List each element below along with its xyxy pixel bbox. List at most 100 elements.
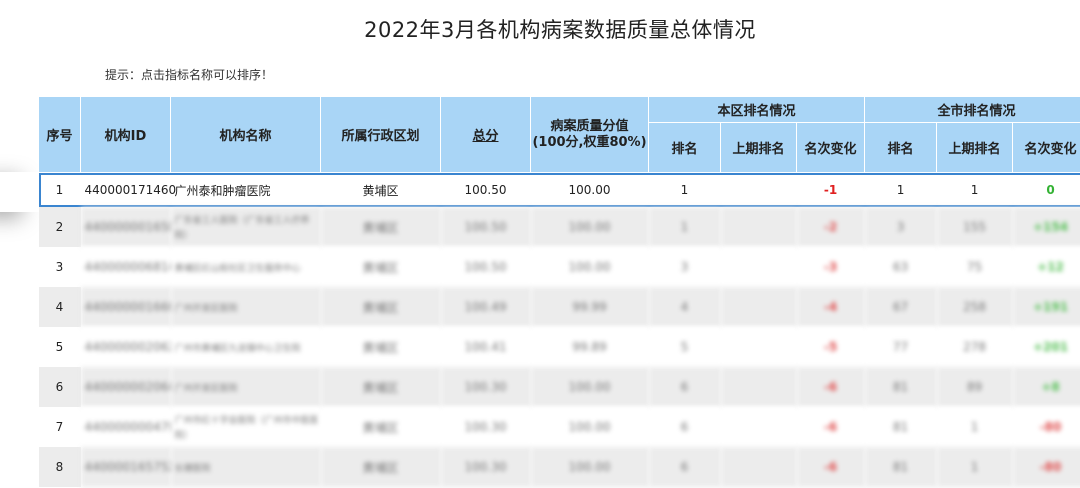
cell-city-prev-rank-text: 1 [970,420,979,434]
header-city-rank[interactable]: 排名 [864,122,938,173]
cell-city-prev-rank-text: 1 [970,460,979,474]
header-district[interactable]: 所属行政区划 [320,96,441,173]
table-row[interactable]: 5 440000002062 广州市黄埔区九龙镇中心卫生院 黄埔区 100.41 99.8… [38,327,1080,367]
cell-quality: 100.00 [530,172,649,207]
cell-district-text: 黄埔区 [362,380,399,395]
cell-city-prev-rank-text: 258 [963,300,986,314]
cell-total-text: 100.50 [464,260,507,274]
cell-index-text: 6 [55,380,64,394]
cell-org-name-text: 黄埔区红山街社区卫生服务中心 [174,263,301,274]
header-org-id[interactable]: 机构ID [80,96,171,173]
table-row-highlighted[interactable]: 1 440000171460 广州泰和肿瘤医院 黄埔区 100.50 100.00 1 -1 1… [38,172,1080,207]
cell-prev-rank [720,367,797,407]
header-district-prev-rank[interactable]: 上期排名 [720,122,797,173]
cell-total: 100.50 [440,247,531,287]
cell-city-change-text: +201 [1032,340,1069,354]
cell-prev-rank [720,247,797,287]
header-district-rank[interactable]: 排名 [648,122,721,173]
table-row[interactable]: 3 440000006814 黄埔区红山街社区卫生服务中心 黄埔区 100.50 100.… [38,247,1080,287]
cell-rank-text: 3 [680,260,689,274]
cell-quality: 100.00 [530,447,649,487]
cell-org-id-text: 440000000479 [84,420,177,434]
header-city-ranking-group: 全市排名情况 [864,95,1080,124]
cell-org-id: 440000002062 [80,327,176,367]
table-row[interactable]: 7 440000000479 广州市红十字会医院（广州市中医医院） 黄埔区 100.30… [38,407,1080,447]
cell-city-change: -80 [1012,447,1080,487]
cell-prev-rank [720,447,797,487]
cell-change-text: -3 [823,260,838,274]
cell-index-text: 3 [55,260,64,274]
cell-total: 100.49 [440,287,531,327]
cell-change: -5 [796,327,865,367]
cell-city-rank: 81 [864,407,937,447]
cell-org-id-text: 440000001650 [84,220,177,234]
cell-prev-rank [720,172,797,207]
cell-quality-text: 100.00 [568,460,611,474]
cell-district: 黄埔区 [320,207,441,247]
cell-prev-rank [720,327,797,367]
cell-change-text: -6 [823,420,838,434]
header-quality-score[interactable]: 病案质量分值 (100分,权重80%) [530,96,649,173]
cell-quality-text: 100.00 [568,420,611,434]
cell-district-text: 黄埔区 [362,420,399,435]
cell-city-prev-rank-text: 278 [963,340,986,354]
cell-rank-text: 6 [680,380,689,394]
cell-prev-rank [720,207,797,247]
cell-index: 2 [38,207,81,247]
cell-rank-text: 6 [680,460,689,474]
cell-org-name-text: 广州市红十字会医院（广州市中医医院） [174,416,319,441]
cell-change: -6 [796,407,865,447]
cell-index-text: 4 [55,300,64,314]
cell-index-text: 8 [55,460,64,474]
cell-city-rank-text: 67 [892,300,909,314]
cell-change: -6 [796,447,865,487]
cell-change: -4 [796,287,865,327]
header-city-prev-rank[interactable]: 上期排名 [936,122,1014,173]
cell-total-text: 100.30 [464,460,507,474]
cell-quality: 100.00 [530,367,649,407]
table-row[interactable]: 2 440000001650 广东省工人医院（广东省工人疗养院） 黄埔区 100.50 1… [38,207,1080,247]
cell-total: 100.50 [440,172,531,207]
cell-change-text: -4 [823,300,838,314]
cell-org-name-text: 广东省工人医院（广东省工人疗养院） [174,216,310,241]
cell-city-prev-rank: 1 [936,447,1013,487]
cell-city-rank: 1 [864,172,937,207]
cell-city-prev-rank: 1 [936,407,1013,447]
cell-district-text: 黄埔区 [362,183,399,198]
cell-index: 3 [38,247,81,287]
cell-total: 100.50 [440,207,531,247]
table-body: 1 440000171460 广州泰和肿瘤医院 黄埔区 100.50 100.00 1 -1 1… [38,172,1080,487]
table-row[interactable]: 4 440000001666 广州开发区医院 黄埔区 100.49 99.99 4 -4 67 2… [38,287,1080,327]
cell-city-change-text: +191 [1032,300,1069,314]
table-row[interactable]: 8 440000165752 长塘医院 黄埔区 100.30 100.00 6 -6 81 1 -8… [38,447,1080,487]
cell-total-text: 100.50 [464,183,507,197]
cell-index: 4 [38,287,81,327]
cell-org-name: 广州开发区医院 [170,287,321,327]
cell-org-name: 广东省工人医院（广东省工人疗养院） [170,207,321,247]
cell-city-rank: 3 [864,207,937,247]
cell-city-change: +191 [1012,287,1080,327]
cell-city-rank: 81 [864,447,937,487]
cell-org-id-text: 440000171460 [84,183,177,197]
cell-city-change: +154 [1012,207,1080,247]
table-row[interactable]: 6 440000002064 广州开发区医院 黄埔区 100.30 100.00 6 -6 81… [38,367,1080,407]
cell-index-text: 7 [55,420,64,434]
cell-rank: 5 [648,327,721,367]
header-total-score[interactable]: 总分 [440,96,531,173]
cell-org-id-text: 440000006814 [84,260,177,274]
cell-quality: 100.00 [530,407,649,447]
cell-rank: 1 [648,207,721,247]
cell-rank: 3 [648,247,721,287]
header-index[interactable]: 序号 [38,96,81,173]
cell-index: 1 [38,172,81,207]
cell-district: 黄埔区 [320,447,441,487]
header-org-name[interactable]: 机构名称 [170,96,321,173]
cell-index: 7 [38,407,81,447]
cell-change-text: -5 [823,340,838,354]
cell-city-rank: 81 [864,367,937,407]
cell-district-text: 黄埔区 [362,260,399,275]
cell-total-text: 100.30 [464,420,507,434]
header-district-change[interactable]: 名次变化 [795,122,866,173]
header-city-change[interactable]: 名次变化 [1012,122,1080,173]
cell-change-text: -2 [823,220,838,234]
